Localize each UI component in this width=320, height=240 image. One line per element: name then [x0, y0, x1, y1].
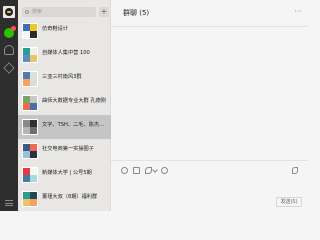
group-avatar: [22, 95, 38, 111]
chat-name: 社交电商第一实操圈子: [42, 146, 94, 152]
chat-name: 三亚三村南风3群: [42, 74, 82, 80]
chat-list-item[interactable]: 自媒体人集中营 100: [18, 43, 111, 67]
chat-name: 曲师大数据专业大群 孔德刚: [42, 98, 106, 104]
chat-list-item[interactable]: 文字、TSH、二毛、陈杰...: [18, 115, 111, 139]
phone-icon[interactable]: [292, 167, 298, 174]
chat-list-item[interactable]: 新媒体大学 | 公号5期: [18, 163, 111, 187]
chat-window: 群聊 (5) ··· 发送(S): [111, 0, 308, 211]
add-button[interactable]: +: [99, 7, 109, 17]
chat-header: 群聊 (5) ···: [111, 0, 308, 27]
contacts-icon[interactable]: [4, 45, 14, 55]
menu-icon[interactable]: [5, 200, 13, 206]
chat-list-item[interactable]: 董瑾大叔（8期）福利群: [18, 187, 111, 211]
group-avatar: [22, 167, 38, 183]
group-avatar: [22, 119, 38, 135]
group-avatar: [22, 71, 38, 87]
group-avatar: [22, 191, 38, 207]
search-input[interactable]: 搜索: [22, 7, 96, 17]
search-placeholder: 搜索: [32, 9, 43, 15]
chat-title: 群聊 (5): [123, 9, 150, 17]
chat-list-item[interactable]: 曲师大数据专业大群 孔德刚: [18, 91, 111, 115]
scissors-icon[interactable]: [145, 167, 152, 174]
user-avatar[interactable]: [3, 6, 15, 18]
message-area: [111, 27, 308, 160]
chevron-down-icon[interactable]: [152, 167, 158, 173]
group-avatar: [22, 23, 38, 39]
chat-list-item[interactable]: 仿奇鞋设计: [18, 19, 111, 43]
chat-list-panel: 搜索 + 仿奇鞋设计自媒体人集中营 100 三亚三村南风3群曲师大数据专业大群 孔…: [18, 0, 111, 211]
search-row: 搜索 +: [22, 7, 109, 17]
input-area[interactable]: 发送(S): [111, 160, 308, 211]
chat-name: 董瑾大叔（8期）福利群: [42, 194, 98, 200]
chat-name: 新媒体大学 | 公号5期: [42, 170, 92, 176]
chat-list-item[interactable]: 三亚三村南风3群: [18, 67, 111, 91]
send-button[interactable]: 发送(S): [276, 197, 302, 207]
chat-name: 自媒体人集中营 100: [42, 50, 90, 56]
sidebar: [0, 0, 18, 211]
emoji-icon[interactable]: [121, 167, 128, 174]
chat-name: 仿奇鞋设计: [42, 26, 68, 32]
group-avatar: [22, 143, 38, 159]
chat-name: 文字、TSH、二毛、陈杰...: [42, 122, 104, 128]
favorites-icon[interactable]: [3, 62, 15, 74]
chat-history-icon[interactable]: [161, 167, 168, 174]
chat-icon[interactable]: [4, 26, 16, 38]
chat-list-item[interactable]: 社交电商第一实操圈子: [18, 139, 111, 163]
folder-icon[interactable]: [133, 167, 140, 174]
more-button[interactable]: ···: [294, 7, 302, 16]
group-avatar: [22, 47, 38, 63]
search-icon: [25, 9, 29, 14]
